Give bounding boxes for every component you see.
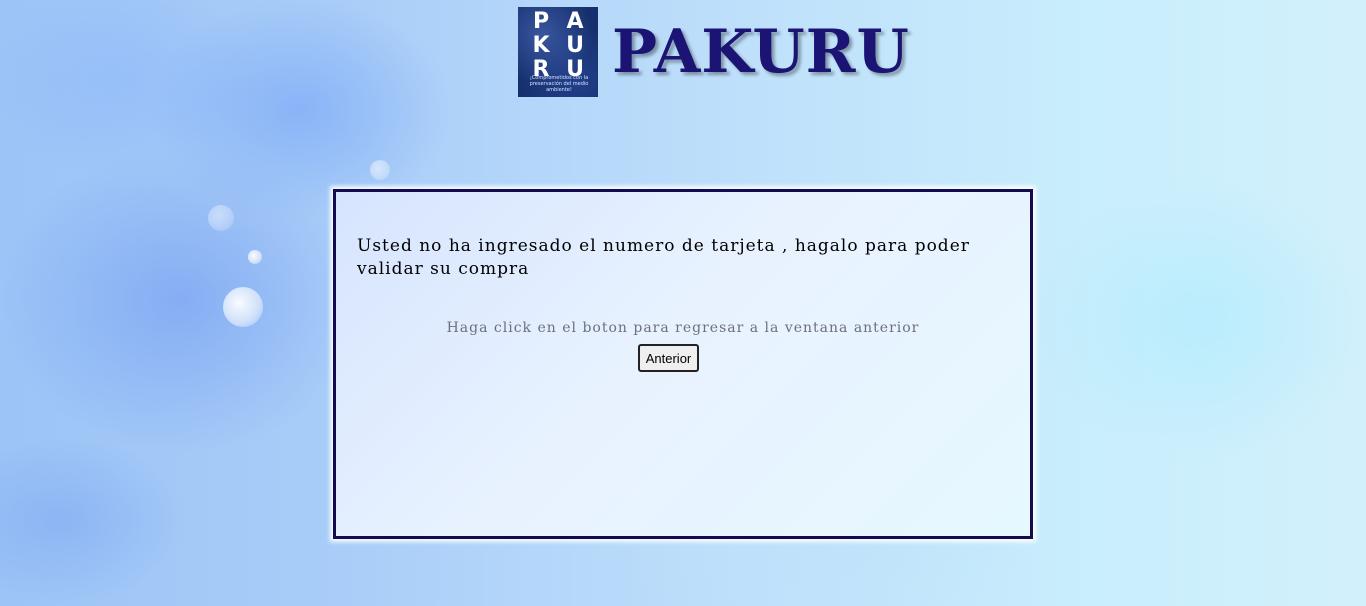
site-header: P A K U R U ¡Comprometidos con la preser… [518, 7, 910, 97]
back-button[interactable]: Anterior [638, 344, 699, 372]
logo-letter: A [566, 9, 584, 34]
message-panel: Usted no ha ingresado el numero de tarje… [333, 189, 1033, 539]
brand-title: PAKURU [612, 17, 910, 87]
pakuru-logo: P A K U R U ¡Comprometidos con la preser… [518, 7, 598, 97]
logo-letters: P A K U R U [524, 10, 592, 82]
error-message: Usted no ha ingresado el numero de tarje… [357, 236, 970, 279]
background-bubble [370, 160, 390, 180]
background-bubble [223, 287, 263, 327]
background-bubble [208, 205, 234, 231]
logo-tagline: ¡Comprometidos con la preservación del m… [529, 75, 589, 93]
logo-letter: U [566, 33, 584, 58]
instruction-text: Haga click en el boton para regresar a l… [446, 320, 920, 336]
logo-letter: K [532, 33, 550, 58]
background-bubble [248, 250, 262, 264]
logo-letter: P [532, 9, 550, 34]
